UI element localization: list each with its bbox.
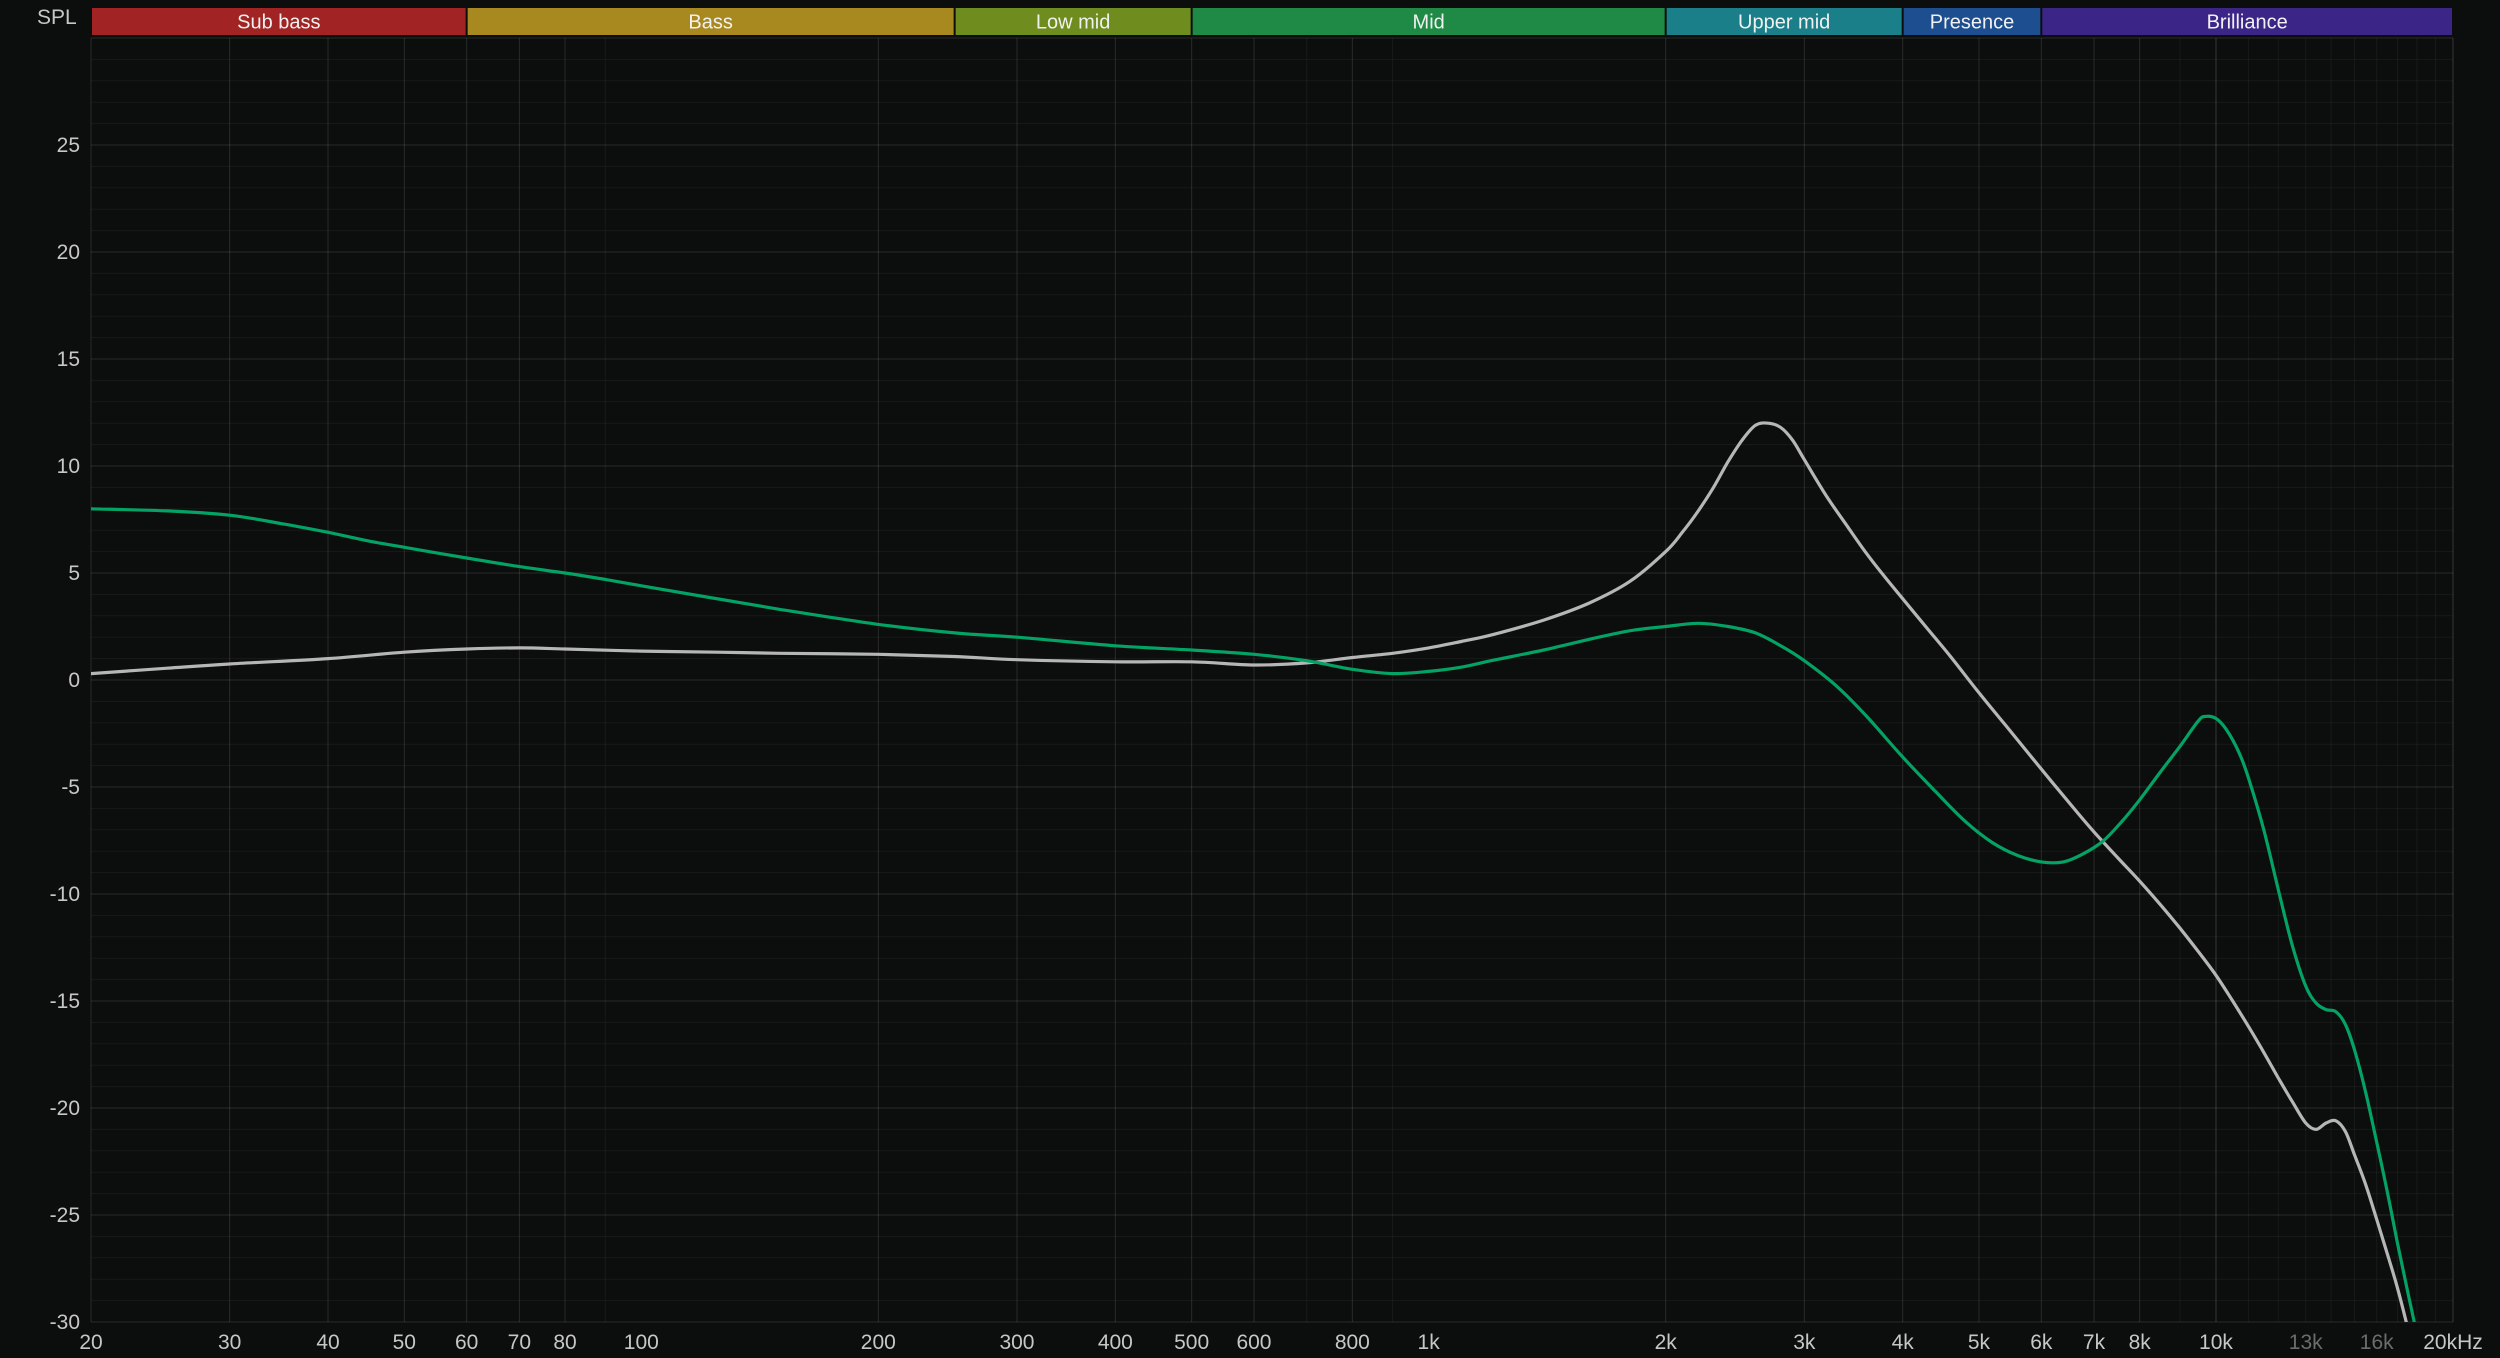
x-tick-label-20: 20 — [79, 1331, 102, 1354]
x-tick-label-8k: 8k — [2129, 1331, 2152, 1354]
frequency-response-chart: Sub bass Bass Low mid Mid Upper mid Presence B… — [0, 0, 2500, 1358]
x-tick-label-4k: 4k — [1892, 1331, 1915, 1354]
x-tick-label-60: 60 — [455, 1331, 478, 1354]
x-tick-label-50: 50 — [393, 1331, 416, 1354]
y-tick-label: -10 — [50, 883, 80, 906]
x-tick-label-2k: 2k — [1655, 1331, 1678, 1354]
y-tick-label: 25 — [57, 134, 80, 157]
y-tick-label: -25 — [50, 1204, 80, 1227]
y-tick-label: 20 — [57, 241, 80, 264]
y-tick-label: -20 — [50, 1097, 80, 1120]
x-tick-label-7k: 7k — [2083, 1331, 2106, 1354]
band-label-mid: Mid — [1413, 12, 1445, 34]
y-tick-label: 15 — [57, 348, 80, 371]
band-label-low-mid: Low mid — [1036, 12, 1110, 34]
band-label-brilliance: Brilliance — [2207, 12, 2288, 34]
x-tick-label-500: 500 — [1174, 1331, 1209, 1354]
x-tick-label-800: 800 — [1335, 1331, 1370, 1354]
y-tick-label: 5 — [68, 562, 80, 585]
curve-green — [91, 509, 2426, 1358]
x-tick-label-70: 70 — [508, 1331, 531, 1354]
x-tick-label-3k: 3k — [1793, 1331, 1816, 1354]
x-tick-label-100: 100 — [624, 1331, 659, 1354]
x-tick-label-80: 80 — [553, 1331, 576, 1354]
band-label-presence: Presence — [1930, 12, 2015, 34]
y-tick-label: 0 — [68, 669, 80, 692]
x-tick-label-200: 200 — [861, 1331, 896, 1354]
x-tick-label-13k: 13k — [2289, 1331, 2323, 1354]
band-label-bass: Bass — [688, 12, 732, 34]
x-tick-label-10k: 10k — [2199, 1331, 2233, 1354]
x-tick-label-400: 400 — [1098, 1331, 1133, 1354]
y-tick-label: -15 — [50, 990, 80, 1013]
x-tick-label-5k: 5k — [1968, 1331, 1991, 1354]
x-tick-label-300: 300 — [999, 1331, 1034, 1354]
band-label-upper-mid: Upper mid — [1738, 12, 1830, 34]
frequency-response-page: SPL Sub bass Bass Low mid Mid Upper mid Prese… — [0, 0, 2500, 1358]
y-tick-label: 10 — [57, 455, 80, 478]
y-tick-label: -5 — [61, 776, 80, 799]
x-tick-label-6k: 6k — [2030, 1331, 2053, 1354]
x-tick-label-16k: 16k — [2360, 1331, 2394, 1354]
x-tick-label-30: 30 — [218, 1331, 241, 1354]
y-axis-title: SPL — [37, 6, 77, 30]
y-tick-label: -30 — [50, 1311, 80, 1334]
x-tick-label-600: 600 — [1236, 1331, 1271, 1354]
x-tick-label-20kHz: 20kHz — [2423, 1331, 2483, 1354]
x-tick-label-40: 40 — [316, 1331, 339, 1354]
band-label-sub-bass: Sub bass — [237, 12, 320, 34]
x-tick-label-1k: 1k — [1418, 1331, 1441, 1354]
